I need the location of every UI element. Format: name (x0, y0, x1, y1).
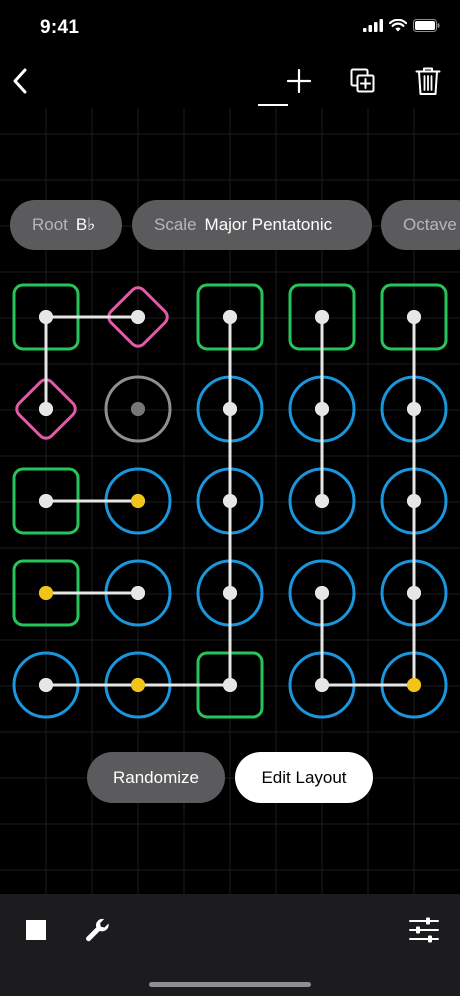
pad-circle[interactable] (190, 369, 270, 449)
status-icons (363, 19, 440, 32)
pad-circle[interactable] (374, 369, 454, 449)
pad-circle[interactable] (374, 461, 454, 541)
stop-icon (26, 920, 46, 940)
scale-label: Scale (154, 215, 197, 234)
pad-circle[interactable] (282, 369, 362, 449)
pad-circle[interactable] (282, 645, 362, 725)
pad-circle[interactable] (6, 645, 86, 725)
pad-dot (223, 494, 237, 508)
pad-dot (315, 678, 329, 692)
pad-dot (315, 402, 329, 416)
root-label: Root (32, 215, 68, 234)
pad-square[interactable] (6, 461, 86, 541)
pad-diamond[interactable] (6, 369, 86, 449)
pad-dot (223, 310, 237, 324)
pad-dot (407, 402, 421, 416)
chevron-left-icon (13, 68, 27, 94)
pad-square[interactable] (6, 553, 86, 633)
pad-circle[interactable] (190, 553, 270, 633)
battery-icon (413, 19, 440, 32)
root-value: B♭ (75, 215, 96, 234)
pad-dot (315, 586, 329, 600)
pad-circle[interactable] (282, 461, 362, 541)
pad-dot (39, 586, 53, 600)
pad-dot (39, 678, 53, 692)
wifi-icon (389, 19, 407, 32)
pad-dot (39, 310, 53, 324)
sliders-icon (409, 917, 439, 943)
pad-dot (223, 586, 237, 600)
pad-square[interactable] (282, 277, 362, 357)
wrench-icon (86, 918, 109, 942)
pad-dot (39, 494, 53, 508)
plus-icon (287, 69, 311, 93)
pad-circle[interactable] (98, 461, 178, 541)
top-toolbar (0, 54, 460, 108)
pad-dot (131, 310, 145, 324)
pad-circle[interactable] (190, 461, 270, 541)
add-button[interactable] (278, 54, 320, 108)
pad-dot (407, 678, 421, 692)
delete-button[interactable] (406, 54, 450, 108)
pad-circle[interactable] (98, 645, 178, 725)
pad-dot (131, 586, 145, 600)
pad-circle[interactable] (374, 645, 454, 725)
bottom-bar (0, 894, 460, 996)
active-tab-indicator (258, 104, 288, 106)
pad-circle[interactable] (98, 553, 178, 633)
pad-dot (223, 678, 237, 692)
pad-dot (407, 586, 421, 600)
randomize-button[interactable]: Randomize (87, 752, 225, 803)
pad-dot (131, 494, 145, 508)
pad-dot (407, 494, 421, 508)
tools-button[interactable] (76, 908, 120, 952)
pad-dot (39, 402, 53, 416)
root-selector[interactable]: Root B♭ (10, 200, 122, 250)
pad-square[interactable] (190, 277, 270, 357)
pad-diamond[interactable] (98, 277, 178, 357)
pad-circle[interactable] (374, 553, 454, 633)
octave-selector[interactable]: Octave (381, 200, 460, 250)
pad-dot (223, 402, 237, 416)
home-indicator (149, 982, 311, 987)
scale-value: Major Pentatonic (204, 215, 333, 234)
pad-dot (407, 310, 421, 324)
status-bar: 9:41 (0, 0, 460, 54)
cellular-signal-icon (363, 19, 383, 32)
pad-circle[interactable] (98, 369, 178, 449)
pad-dot (131, 402, 145, 416)
trash-icon (415, 67, 441, 95)
pad-square[interactable] (374, 277, 454, 357)
pad-dot (315, 494, 329, 508)
pad-dot (131, 678, 145, 692)
pad-circle[interactable] (282, 553, 362, 633)
stop-button[interactable] (14, 908, 58, 952)
pad-dot (315, 310, 329, 324)
pad-square[interactable] (6, 277, 86, 357)
scale-selector[interactable]: Scale Major Pentatonic (132, 200, 372, 250)
mixer-button[interactable] (402, 908, 446, 952)
duplicate-button[interactable] (342, 54, 384, 108)
pad-square[interactable] (190, 645, 270, 725)
status-time: 9:41 (40, 17, 80, 38)
octave-label: Octave (403, 215, 457, 234)
duplicate-icon (350, 68, 375, 93)
edit-layout-button[interactable]: Edit Layout (235, 752, 373, 803)
back-button[interactable] (0, 54, 40, 108)
